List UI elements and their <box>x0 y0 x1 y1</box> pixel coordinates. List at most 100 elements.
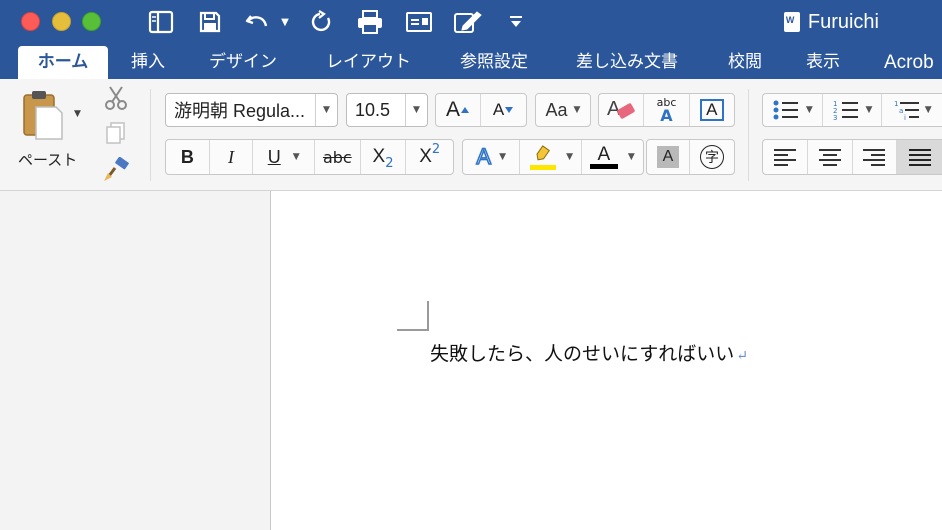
ribbon-tabs: ホーム 挿入 デザイン レイアウト 参照設定 差し込み文書 校閲 表示 Acro… <box>0 44 942 79</box>
paste-button[interactable] <box>20 89 64 141</box>
svg-text:a: a <box>899 107 903 115</box>
zoom-window-button[interactable] <box>82 12 101 31</box>
cut-icon[interactable] <box>103 85 129 111</box>
font-size-select[interactable]: 10.5 ▼ <box>346 93 428 127</box>
font-size-value: 10.5 <box>355 99 391 120</box>
chevron-down-icon: ▼ <box>566 152 573 162</box>
font-style-group: B I U ▼ abc X2 X2 <box>165 139 454 175</box>
tab-home[interactable]: ホーム <box>18 46 108 79</box>
tab-acrobat[interactable]: Acrob <box>884 46 934 79</box>
character-border-button[interactable]: A <box>690 94 734 126</box>
chevron-down-icon[interactable]: ▼ <box>405 94 427 126</box>
chevron-down-icon: ▼ <box>865 105 873 115</box>
bold-button[interactable]: B <box>166 140 210 174</box>
shading-group: A 字 <box>646 139 735 175</box>
ribbon: ▼ ペースト 游明朝 Regula... ▼ 10.5 ▼ A A Aa ▼ A… <box>0 79 942 191</box>
superscript-button[interactable]: X2 <box>406 140 453 174</box>
edit-document-icon[interactable] <box>452 8 484 36</box>
document-body-text[interactable]: 失敗したら、人のせいにすればいい ↵ <box>430 339 748 366</box>
underline-button[interactable]: U ▼ <box>253 140 315 174</box>
list-group: ▼ 123 ▼ 1ai ▼ <box>762 93 942 127</box>
tab-references[interactable]: 参照設定 <box>460 46 528 79</box>
grow-font-label: A <box>446 98 461 121</box>
enclose-characters-label: 字 <box>700 145 724 169</box>
close-window-button[interactable] <box>21 12 40 31</box>
change-case-label: Aa <box>545 99 568 120</box>
margin-crop-mark <box>397 301 429 331</box>
strikethrough-button[interactable]: abc <box>315 140 361 174</box>
text-effects-button[interactable]: A ▼ <box>463 140 521 174</box>
word-window: ▼ W Furuichi ホーム 挿入 デザイン レイアウト 参照設定 差し込み… <box>0 0 942 530</box>
format-painter-icon[interactable] <box>102 157 130 183</box>
chevron-down-icon: ▼ <box>627 152 635 162</box>
enclose-characters-button[interactable]: 字 <box>690 140 734 174</box>
ribbon-divider <box>748 89 749 181</box>
underline-label: U <box>267 146 281 167</box>
shrink-font-label: A <box>492 100 505 119</box>
highlight-button[interactable]: ▼ <box>520 140 582 174</box>
undo-icon[interactable] <box>243 8 271 36</box>
justify-button[interactable] <box>897 140 942 174</box>
numbering-button[interactable]: 123 ▼ <box>823 94 883 126</box>
superscript-base: X <box>419 146 432 167</box>
tab-mailings[interactable]: 差し込み文書 <box>576 46 678 79</box>
chevron-down-icon[interactable]: ▼ <box>315 94 337 126</box>
character-border-label: A <box>699 99 724 121</box>
bullets-button[interactable]: ▼ <box>763 94 823 126</box>
minimize-window-button[interactable] <box>52 12 71 31</box>
undo-dropdown-icon[interactable]: ▼ <box>278 8 292 36</box>
shrink-font-button[interactable]: A <box>481 94 526 126</box>
font-color-swatch <box>589 164 618 169</box>
ribbon-divider <box>150 89 151 181</box>
font-name-value: 游明朝 Regula... <box>174 101 306 121</box>
subscript-button[interactable]: X2 <box>361 140 407 174</box>
paste-dropdown-icon[interactable]: ▼ <box>74 109 81 119</box>
svg-text:1: 1 <box>894 100 898 108</box>
title-bar: ▼ W Furuichi <box>0 0 942 44</box>
clear-formatting-button[interactable]: A <box>599 94 645 126</box>
chevron-down-icon: ▼ <box>499 152 506 162</box>
document-title-area: W Furuichi <box>783 9 879 35</box>
superscript-mark: 2 <box>431 141 441 157</box>
tab-view[interactable]: 表示 <box>806 46 840 79</box>
chevron-down-icon: ▼ <box>292 152 300 162</box>
alignment-group <box>762 139 942 175</box>
redo-icon[interactable] <box>308 8 336 36</box>
paste-label: ペースト <box>18 151 78 169</box>
tab-design[interactable]: デザイン <box>209 46 277 79</box>
text-effects-label: A <box>476 143 492 170</box>
email-icon[interactable] <box>404 8 434 36</box>
subscript-base: X <box>372 146 386 167</box>
tab-insert[interactable]: 挿入 <box>131 46 165 79</box>
tab-review[interactable]: 校閲 <box>728 46 762 79</box>
font-color-button[interactable]: A ▼ <box>582 140 643 174</box>
document-line: 失敗したら、人のせいにすればいい <box>430 343 735 365</box>
clear-format-group: A abc A A <box>598 93 735 127</box>
italic-button[interactable]: I <box>210 140 254 174</box>
phonetic-guide-button[interactable]: abc A <box>644 94 690 126</box>
font-color-label: A <box>597 144 611 165</box>
align-right-button[interactable] <box>853 140 898 174</box>
align-left-button[interactable] <box>763 140 808 174</box>
sidebar-toggle-icon[interactable] <box>147 8 175 36</box>
save-icon[interactable] <box>196 8 224 36</box>
color-group: A ▼ ▼ A ▼ <box>462 139 644 175</box>
chevron-down-icon: ▼ <box>573 105 581 115</box>
document-page[interactable]: 失敗したら、人のせいにすればいい ↵ <box>272 191 942 530</box>
window-title: Furuichi <box>807 10 879 33</box>
font-name-select[interactable]: 游明朝 Regula... ▼ <box>165 93 338 127</box>
character-shading-button[interactable]: A <box>647 140 691 174</box>
copy-icon[interactable] <box>105 121 127 145</box>
svg-text:3: 3 <box>833 114 837 122</box>
grow-font-button[interactable]: A <box>436 94 482 126</box>
change-case-button[interactable]: Aa ▼ <box>535 93 591 127</box>
tab-layout[interactable]: レイアウト <box>326 46 411 79</box>
navigation-pane <box>0 191 271 530</box>
chevron-down-icon: ▼ <box>924 105 932 115</box>
multilevel-list-button[interactable]: 1ai ▼ <box>882 94 942 126</box>
customize-toolbar-icon[interactable] <box>506 8 526 36</box>
print-icon[interactable] <box>355 8 385 36</box>
phonetic-bottom-label: A <box>660 105 673 125</box>
chevron-down-icon: ▼ <box>805 105 813 115</box>
align-center-button[interactable] <box>808 140 853 174</box>
